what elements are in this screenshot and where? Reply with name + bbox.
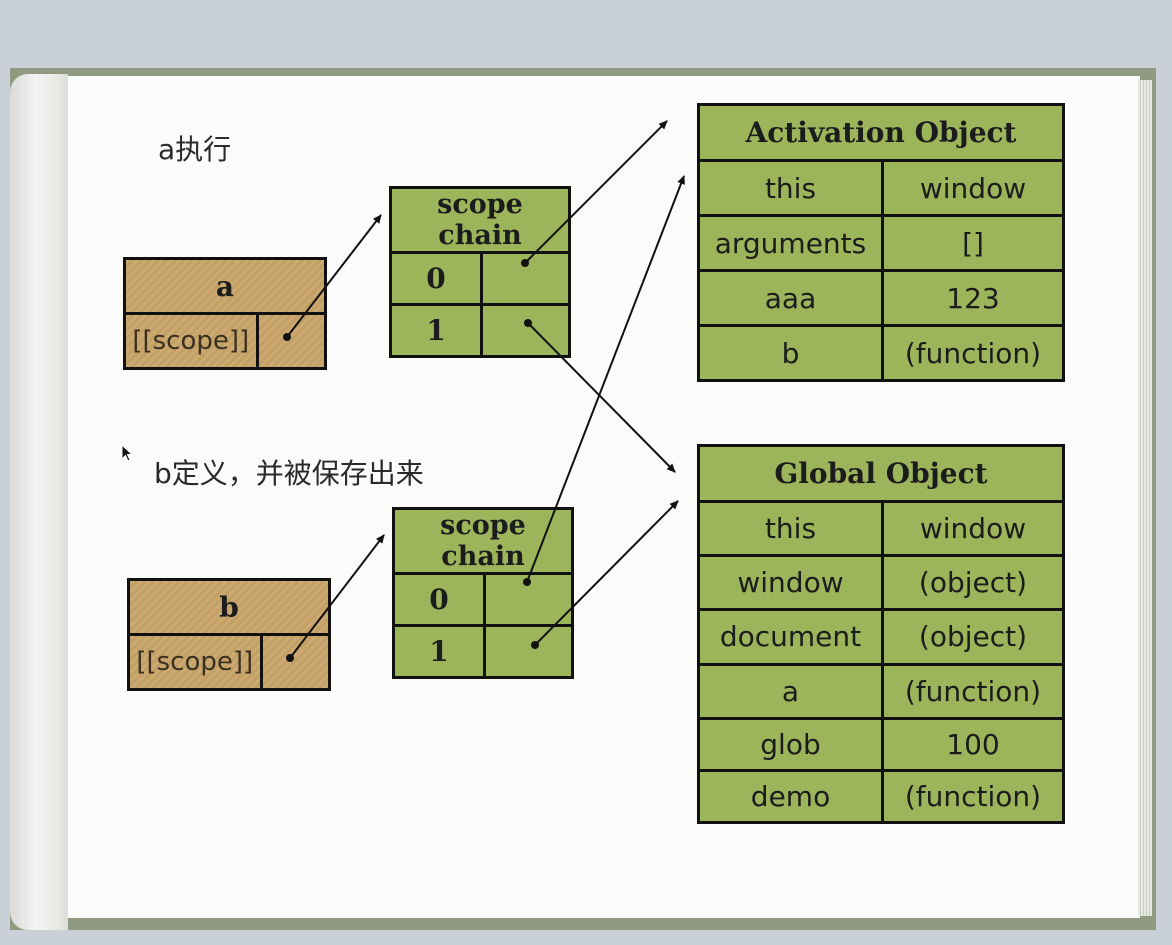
arrow-chain-a-0-to-activation [524,120,668,264]
arrow-chain-b-1-to-global [534,500,679,646]
dot-a-scope [283,333,291,341]
dot-chain-a-1 [524,319,532,327]
dot-chain-b-0 [523,578,531,586]
mouse-cursor-icon [121,444,134,462]
pointer-arrows [283,120,685,662]
arrow-a-scope-to-chain-a [286,214,382,338]
arrow-chain-a-1-to-global [527,322,676,473]
dot-chain-a-0 [521,259,529,267]
arrow-b-scope-to-chain-b [289,534,385,659]
dot-b-scope [286,654,294,662]
dot-chain-b-1 [531,641,539,649]
